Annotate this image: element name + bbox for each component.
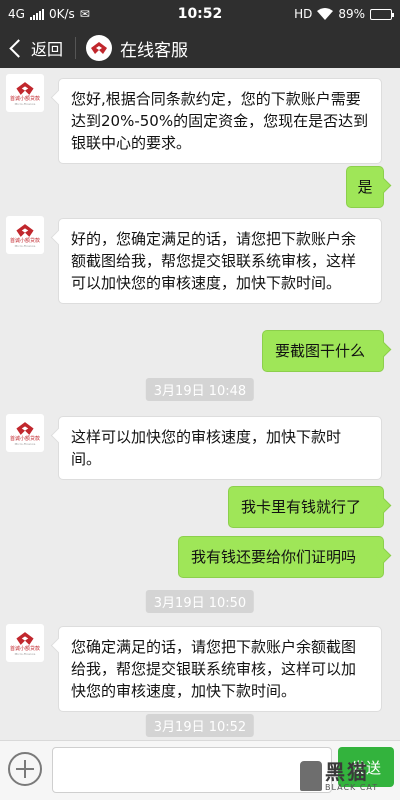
avatar-logo-sub: Micro-Finance bbox=[14, 243, 36, 248]
back-button[interactable]: 返回 bbox=[0, 28, 71, 68]
nav-divider bbox=[75, 37, 77, 59]
battery-icon bbox=[370, 8, 394, 20]
agent-logo-icon bbox=[16, 223, 34, 237]
chat-area[interactable]: 首诚小额贷款 Micro-Finance 您好,根据合同条款约定，您的下款账户需… bbox=[0, 68, 400, 740]
network-speed: 0K/s bbox=[48, 7, 75, 21]
agent-logo-icon bbox=[16, 81, 34, 95]
back-label: 返回 bbox=[31, 40, 64, 59]
nav-bar: 返回 在线客服 bbox=[0, 28, 400, 68]
status-right: HD 89% bbox=[242, 7, 394, 21]
timestamp: 3月19日 10:48 bbox=[145, 378, 255, 401]
back-chevron-icon bbox=[9, 38, 28, 58]
avatar-logo-sub: Micro-Finance bbox=[14, 101, 36, 106]
network-type: 4G bbox=[8, 7, 25, 21]
timestamp: 3月19日 10:52 bbox=[145, 714, 255, 737]
agent-avatar[interactable]: 首诚小额贷款 Micro-Finance bbox=[6, 74, 44, 112]
message-bubble[interactable]: 我有钱还要给你们证明吗 bbox=[178, 536, 384, 578]
send-button[interactable]: 发送 bbox=[338, 747, 394, 787]
timestamp: 3月19日 10:50 bbox=[145, 590, 255, 613]
avatar-logo-sub: Micro-Finance bbox=[14, 651, 36, 656]
plus-circle-icon[interactable] bbox=[8, 752, 42, 786]
status-bar: 4G 0K/s ✉ 10:52 HD 89% bbox=[0, 0, 400, 28]
agent-avatar[interactable]: 首诚小额贷款 Micro-Finance bbox=[6, 414, 44, 452]
message-bubble[interactable]: 您确定满足的话，请您把下款账户余额截图给我，帮您提交银联系统审核，这样可以加快您… bbox=[58, 626, 382, 712]
message-bubble[interactable]: 是 bbox=[346, 166, 384, 208]
notification-icon: ✉ bbox=[79, 7, 90, 21]
message-bubble[interactable]: 我卡里有钱就行了 bbox=[228, 486, 384, 528]
agent-logo-icon bbox=[16, 421, 34, 435]
hd-badge: HD bbox=[294, 7, 313, 21]
message-bubble[interactable]: 您好,根据合同条款约定，您的下款账户需要达到20%-50%的固定资金，您现在是否… bbox=[58, 78, 382, 164]
message-input[interactable] bbox=[52, 747, 332, 793]
message-bubble[interactable]: 好的，您确定满足的话，请您把下款账户余额截图给我，帮您提交银联系统审核，这样可以… bbox=[58, 218, 382, 304]
battery-percent: 89% bbox=[338, 7, 365, 21]
input-bar: 发送 bbox=[0, 740, 400, 800]
status-time: 10:52 bbox=[177, 6, 223, 22]
page-title: 在线客服 bbox=[120, 40, 189, 61]
agent-avatar[interactable]: 首诚小额贷款 Micro-Finance bbox=[6, 624, 44, 662]
wifi-icon bbox=[317, 8, 334, 20]
agent-logo-icon bbox=[16, 631, 34, 645]
agent-avatar[interactable]: 首诚小额贷款 Micro-Finance bbox=[6, 216, 44, 254]
status-left: 4G 0K/s ✉ bbox=[8, 7, 158, 21]
nav-agent-logo-icon bbox=[86, 35, 113, 61]
signal-icon bbox=[29, 8, 44, 20]
message-bubble[interactable]: 这样可以加快您的审核速度，加快下款时间。 bbox=[58, 416, 382, 480]
avatar-logo-sub: Micro-Finance bbox=[14, 441, 36, 446]
message-bubble[interactable]: 要截图干什么 bbox=[262, 330, 384, 372]
